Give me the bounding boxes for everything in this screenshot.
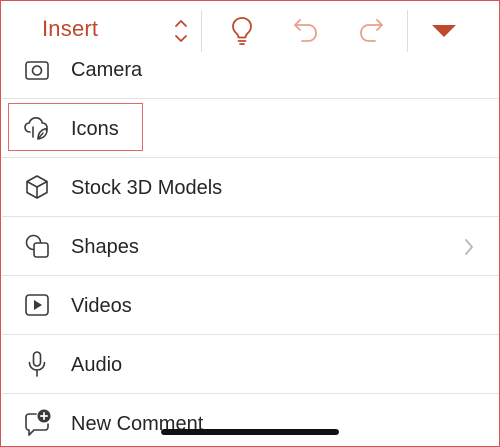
collapse-ribbon-button[interactable] (420, 10, 468, 52)
shapes-icon (22, 231, 52, 261)
chevron-right-icon (465, 239, 473, 255)
insert-tab-label: Insert (42, 16, 99, 41)
camera-icon (22, 55, 52, 85)
menu-item-label: Audio (71, 354, 123, 376)
menu-item-label: Shapes (71, 236, 139, 258)
insert-menu-panel: Insert Camera Icons Stock 3D Models Shap… (0, 0, 500, 447)
menu-item-audio[interactable]: Audio (2, 335, 499, 394)
menu-item-label: Camera (71, 59, 143, 81)
insert-tab-selector[interactable]: Insert (2, 2, 201, 58)
menu-item-videos[interactable]: Videos (2, 276, 499, 335)
menu-item-shapes[interactable]: Shapes (2, 217, 499, 276)
updown-chevron-icon (175, 20, 187, 42)
microphone-icon (22, 349, 52, 379)
menu-item-label: Stock 3D Models (71, 177, 223, 199)
dropdown-triangle-icon (432, 25, 456, 37)
video-icon (22, 290, 52, 320)
menu-item-stock-3d-models[interactable]: Stock 3D Models (2, 158, 499, 217)
lightbulb-icon (232, 17, 252, 45)
toolbar: Insert (2, 2, 499, 58)
icons-icon (22, 113, 52, 143)
cube-icon (22, 172, 52, 202)
insert-menu-list: Camera Icons Stock 3D Models Shapes Vide… (2, 1, 499, 446)
toolbar-divider (407, 10, 408, 52)
new-comment-icon (22, 408, 52, 438)
redo-icon (360, 19, 383, 42)
toolbar-divider (201, 10, 202, 52)
tell-me-button[interactable] (218, 10, 266, 52)
menu-item-label: Icons (71, 118, 119, 140)
home-indicator[interactable] (161, 429, 339, 435)
redo-button[interactable] (347, 10, 395, 52)
undo-icon (294, 19, 317, 42)
menu-item-icons[interactable]: Icons (2, 99, 499, 158)
menu-item-new-comment[interactable]: New Comment (2, 394, 499, 446)
undo-button[interactable] (282, 10, 330, 52)
menu-item-label: Videos (71, 295, 132, 317)
